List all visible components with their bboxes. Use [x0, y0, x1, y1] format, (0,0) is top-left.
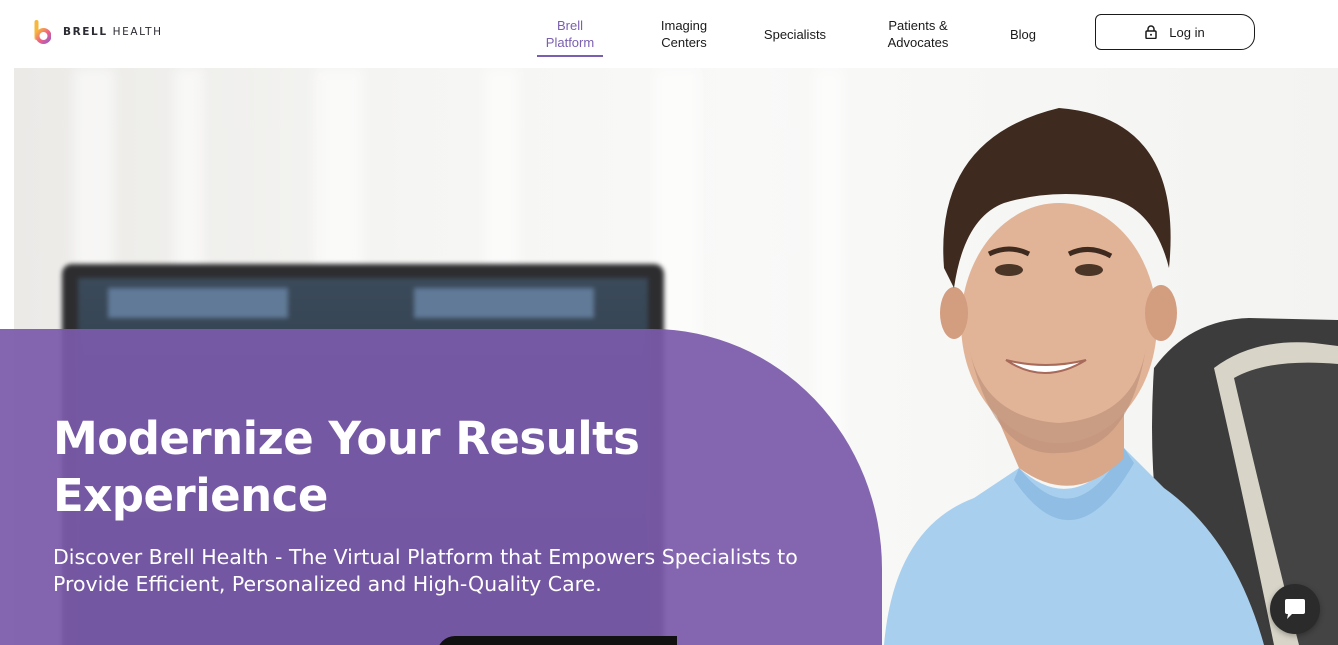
chat-bubble-icon	[1285, 599, 1305, 619]
nav-brell-platform[interactable]: Brell Platform	[537, 17, 603, 51]
login-button[interactable]: Log in	[1095, 14, 1255, 50]
nav-imaging-centers[interactable]: Imaging Centers	[648, 17, 720, 51]
nav-patients-advocates[interactable]: Patients & Advocates	[876, 17, 960, 51]
hero-subtitle: Discover Brell Health - The Virtual Plat…	[53, 545, 798, 596]
login-label: Log in	[1169, 24, 1205, 40]
lock-icon	[1145, 25, 1158, 39]
hero-cta-button[interactable]	[437, 636, 677, 645]
chat-widget-button[interactable]	[1270, 584, 1320, 634]
brell-b-logo-icon	[34, 20, 51, 44]
nav-active-underline	[537, 55, 603, 57]
nav-specialists[interactable]: Specialists	[755, 26, 835, 43]
brand-name: BRELL HEALTH	[63, 26, 163, 38]
site-header: BRELL HEALTH Brell Platform Imaging Cent…	[0, 0, 1338, 68]
nav-blog[interactable]: Blog	[1003, 26, 1043, 43]
brand-logo[interactable]: BRELL HEALTH	[34, 20, 163, 44]
hero-title: Modernize Your Results Experience	[53, 412, 640, 522]
